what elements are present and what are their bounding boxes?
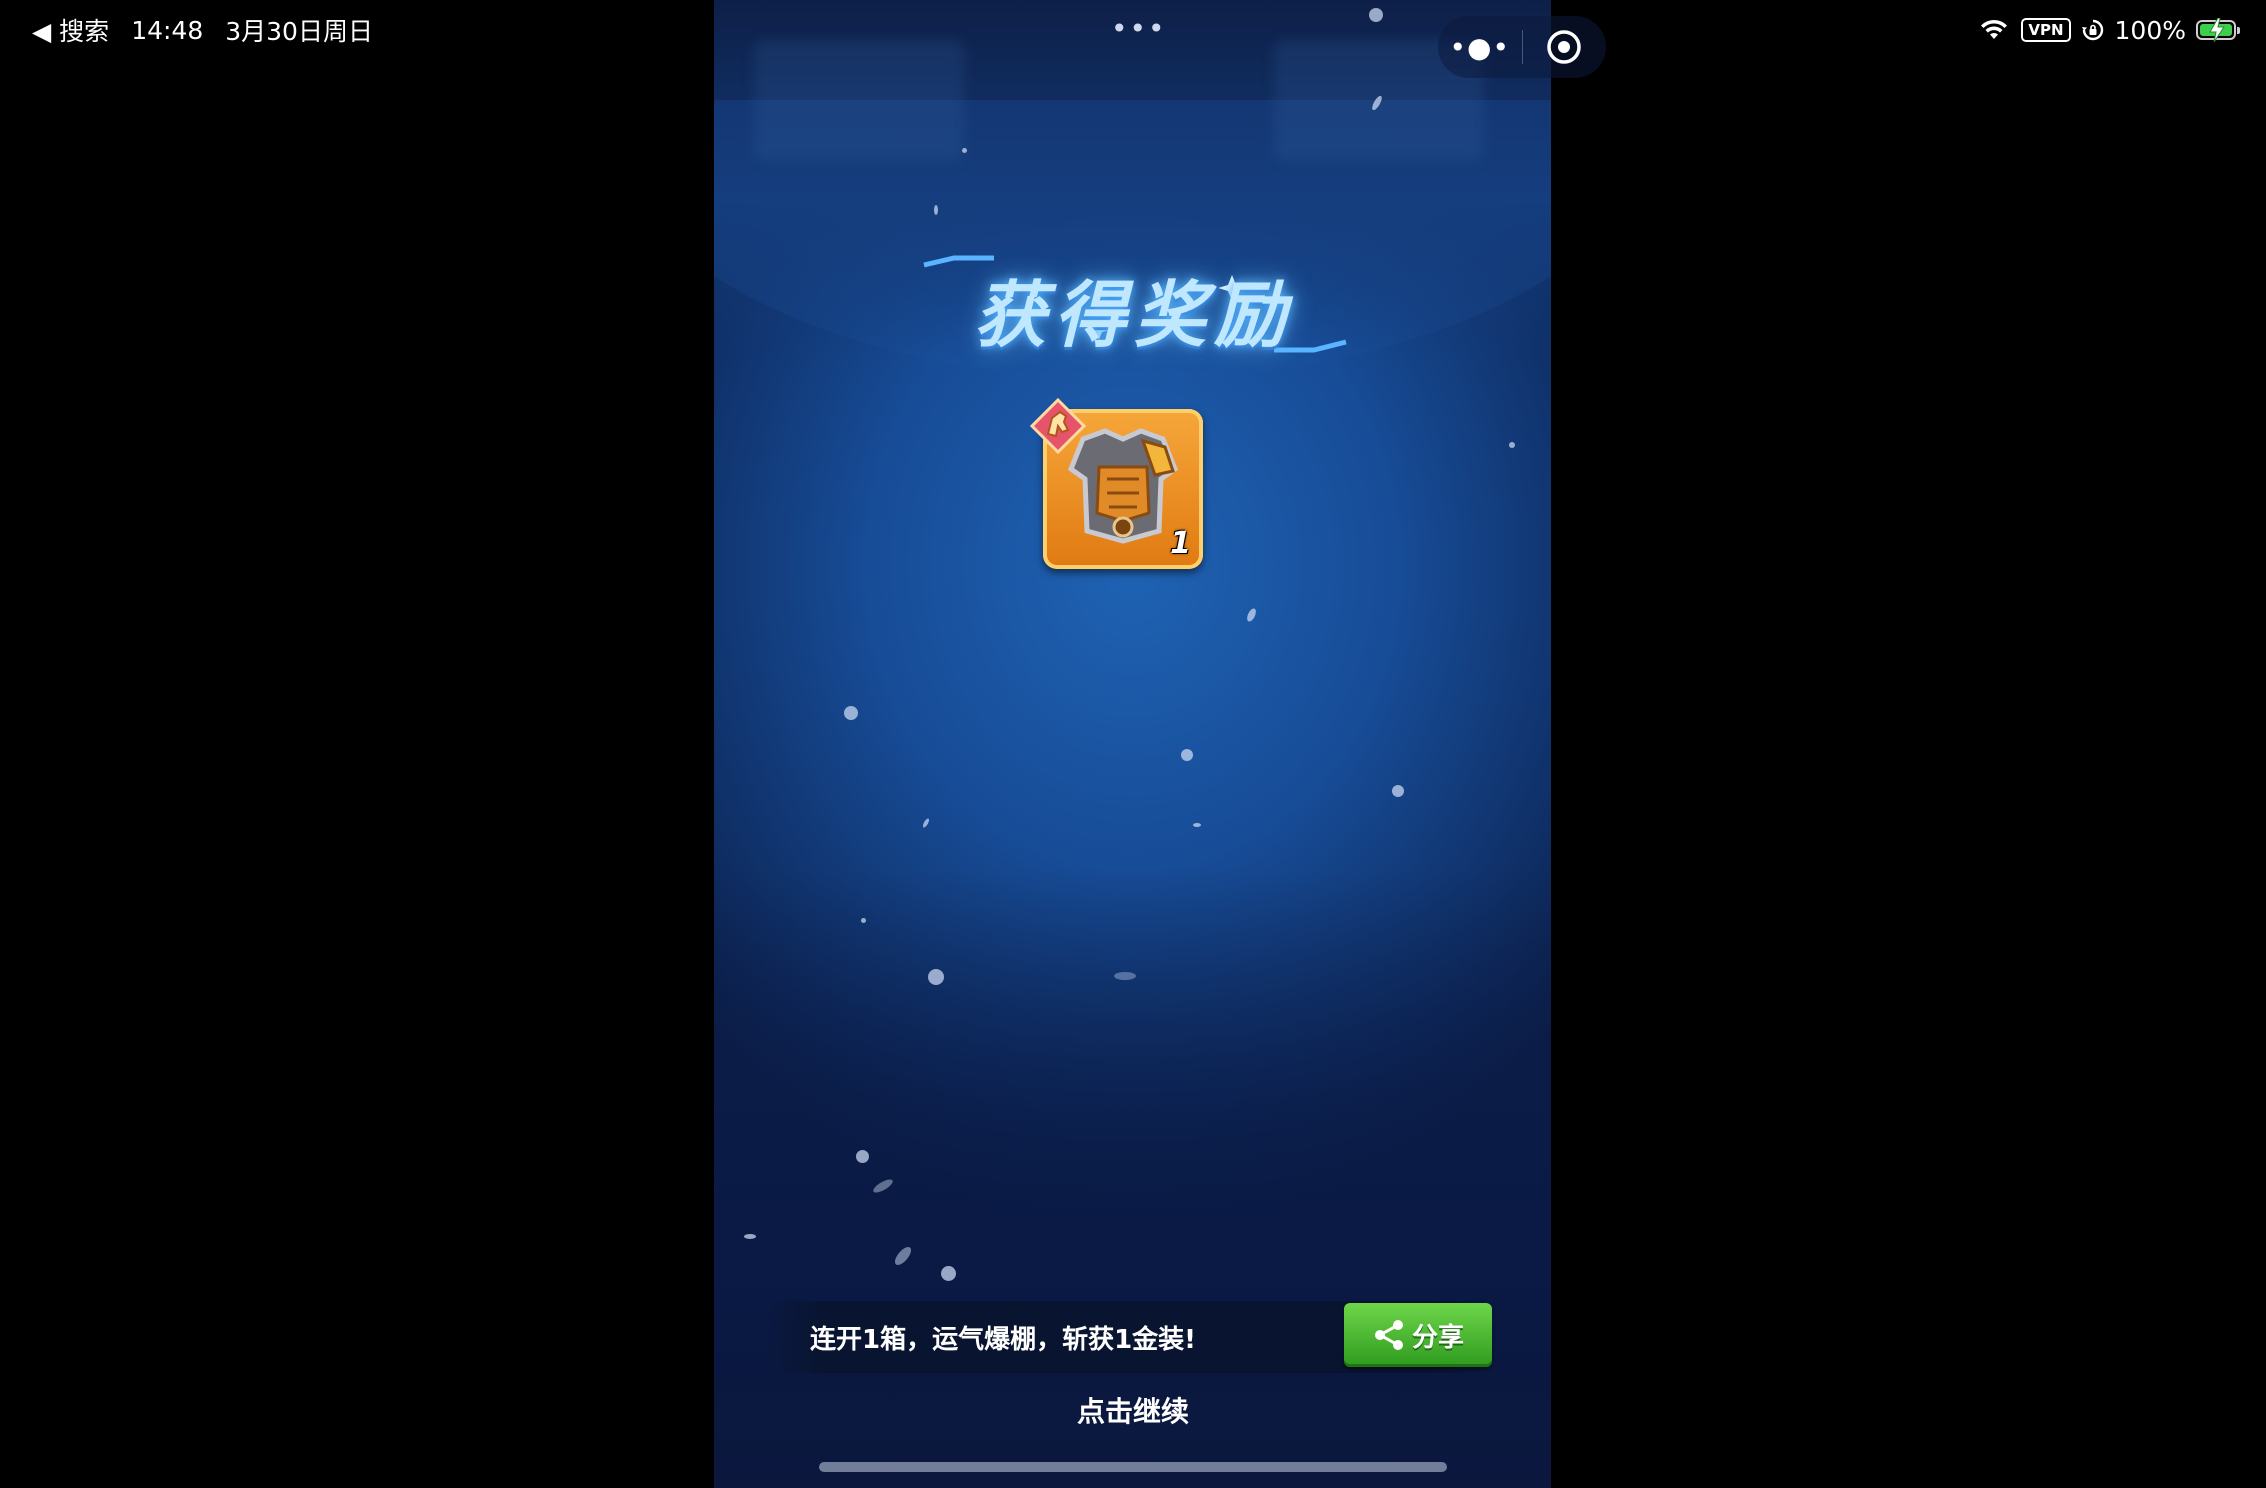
more-menu-button[interactable]: •●• [1438, 31, 1522, 64]
target-circle-icon [1547, 30, 1581, 64]
share-icon [1374, 1320, 1403, 1350]
rotation-lock-icon [2081, 19, 2103, 41]
horse-tier-badge-icon [1030, 398, 1086, 454]
vpn-badge: VPN [2021, 18, 2071, 42]
reward-title-banner: 获得奖励 [914, 250, 1354, 360]
wifi-icon [1981, 19, 2008, 39]
battery-icon [2196, 18, 2240, 42]
battery-percent: 100% [2114, 15, 2186, 45]
share-button-label: 分享 [1411, 1322, 1464, 1353]
status-date: 3月30日周日 [225, 17, 373, 46]
back-to-search-link[interactable]: ◀ 搜索 [32, 12, 109, 48]
status-time: 14:48 [131, 15, 204, 45]
close-miniprogram-button[interactable] [1523, 28, 1607, 66]
reward-title: 获得奖励 [973, 273, 1294, 357]
share-button[interactable]: 分享 [1344, 1303, 1492, 1367]
game-viewport[interactable] [714, 0, 1551, 1488]
reward-count: 1 [1170, 526, 1191, 561]
share-message: 连开1箱，运气爆棚，斩获1金装! [810, 1324, 1197, 1355]
home-indicator[interactable] [819, 1462, 1447, 1472]
miniprogram-capsule: •●• [1438, 16, 1606, 78]
share-bar: 连开1箱，运气爆棚，斩获1金装! 分享 [766, 1301, 1492, 1373]
status-bar-right: VPN 100% [1979, 8, 2240, 52]
top-drag-handle[interactable]: ••• [1111, 12, 1167, 45]
status-bar-left: ◀ 搜索 14:48 3月30日周日 [32, 8, 373, 52]
tap-to-continue[interactable]: 点击继续 [1000, 1390, 1266, 1430]
